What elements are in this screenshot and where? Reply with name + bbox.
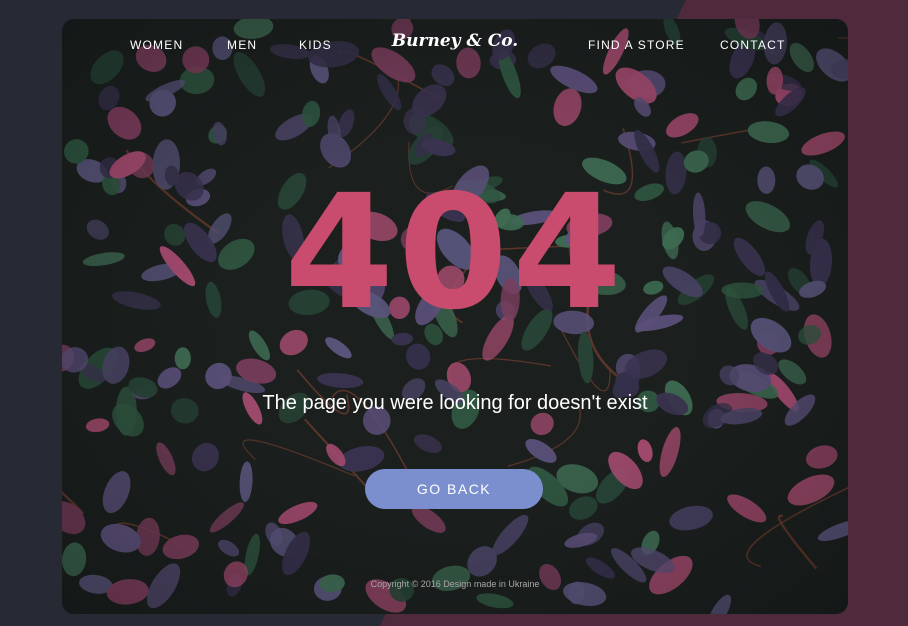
brand-logo-text[interactable]: Burney & Co. [392,31,518,51]
nav-link-contact[interactable]: CONTACT [720,38,786,52]
error-message: The page you were looking for doesn't ex… [262,392,648,414]
error-page-card: WOMEN MEN KIDS Burney & Co. FIND A STORE… [62,19,848,614]
go-back-button[interactable]: GO BACK [365,469,543,509]
nav-link-men[interactable]: MEN [227,38,257,52]
nav-link-find-a-store[interactable]: FIND A STORE [588,38,685,52]
copyright-text: Copyright © 2016 Design made in Ukraine [370,579,540,589]
error-code: 404 [284,161,626,345]
nav-link-kids[interactable]: KIDS [299,38,332,52]
nav-link-women[interactable]: WOMEN [130,38,183,52]
